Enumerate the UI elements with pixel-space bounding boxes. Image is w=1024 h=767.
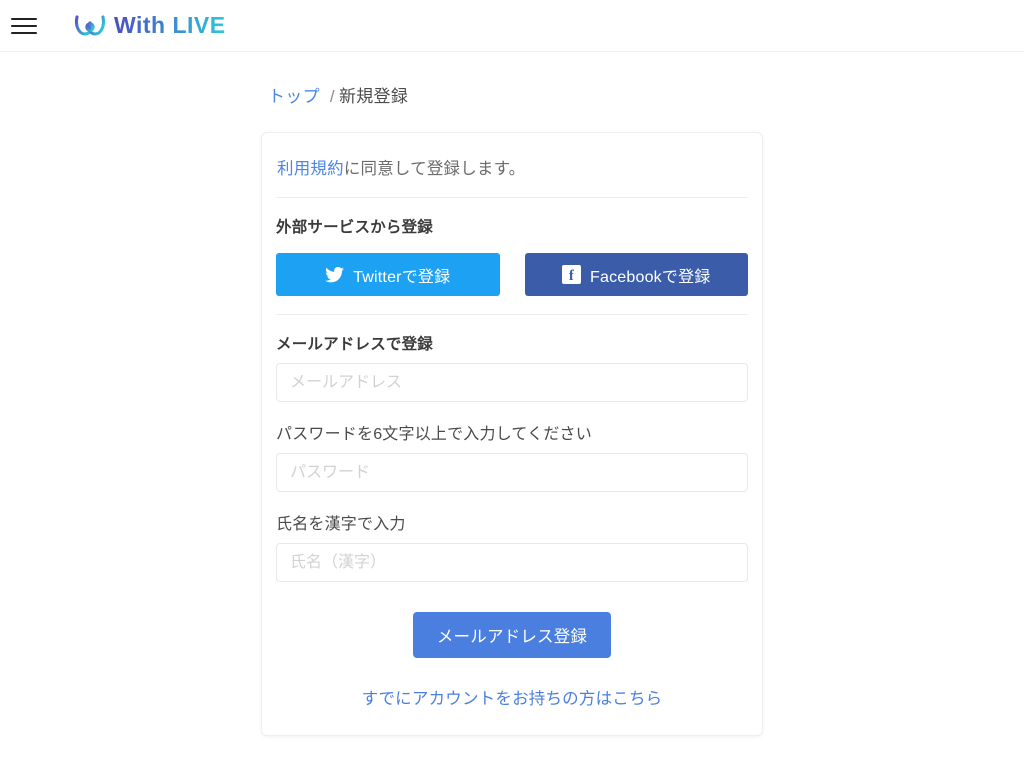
hamburger-line xyxy=(11,31,37,34)
breadcrumb-current: 新規登録 xyxy=(338,87,409,106)
facebook-signup-button[interactable]: f Facebookで登録 xyxy=(524,253,748,296)
email-signup-submit-button[interactable]: メールアドレス登録 xyxy=(412,612,612,658)
app-header: With LIVE xyxy=(0,0,1024,52)
facebook-f-icon: f xyxy=(562,265,582,284)
password-input[interactable] xyxy=(276,453,748,492)
hamburger-menu-icon[interactable] xyxy=(11,17,37,34)
twitter-bird-icon xyxy=(325,266,345,283)
hamburger-line xyxy=(11,24,37,27)
breadcrumb-separator: / xyxy=(329,87,335,106)
twitter-signup-label: Twitterで登録 xyxy=(353,268,451,286)
brand-logo[interactable]: With LIVE xyxy=(73,11,254,41)
breadcrumb-home-link[interactable]: トップ xyxy=(268,87,320,106)
email-section-title: メールアドレスで登録 xyxy=(276,336,434,353)
withlive-logo-mark-icon xyxy=(74,12,106,36)
terms-agreement-text: 利用規約に同意して登録します。 xyxy=(276,155,748,179)
email-input[interactable] xyxy=(276,363,748,402)
existing-account-login-link[interactable]: すでにアカウントをお持ちの方はこちら xyxy=(362,690,663,708)
divider-after-terms xyxy=(276,197,748,198)
breadcrumb: トップ / 新規登録 xyxy=(262,82,762,107)
terms-of-service-link[interactable]: 利用規約 xyxy=(277,160,344,178)
facebook-f-glyph: f xyxy=(562,265,582,284)
login-link-row: すでにアカウントをお持ちの方はこちら xyxy=(276,685,748,709)
facebook-signup-label: Facebookで登録 xyxy=(590,268,711,286)
hamburger-line xyxy=(11,17,37,20)
submit-row: メールアドレス登録 xyxy=(276,612,748,658)
brand-name-text: With LIVE xyxy=(114,12,226,38)
twitter-signup-button[interactable]: Twitterで登録 xyxy=(276,253,500,296)
terms-agreement-rest: に同意して登録します。 xyxy=(343,160,526,178)
name-input[interactable] xyxy=(276,543,748,582)
name-label: 氏名を漢字で入力 xyxy=(276,516,406,533)
brand-wordmark: With LIVE xyxy=(114,12,226,38)
divider-before-email xyxy=(276,314,748,315)
social-buttons-row: Twitterで登録 f Facebookで登録 xyxy=(276,253,748,296)
page-body: トップ / 新規登録 利用規約に同意して登録します。 外部サービスから登録 Twit… xyxy=(0,52,1024,736)
password-label: パスワードを6文字以上で入力してください xyxy=(276,426,592,443)
signup-card: 利用規約に同意して登録します。 外部サービスから登録 Twitterで登録 f … xyxy=(261,132,763,736)
social-section-title: 外部サービスから登録 xyxy=(276,219,434,236)
